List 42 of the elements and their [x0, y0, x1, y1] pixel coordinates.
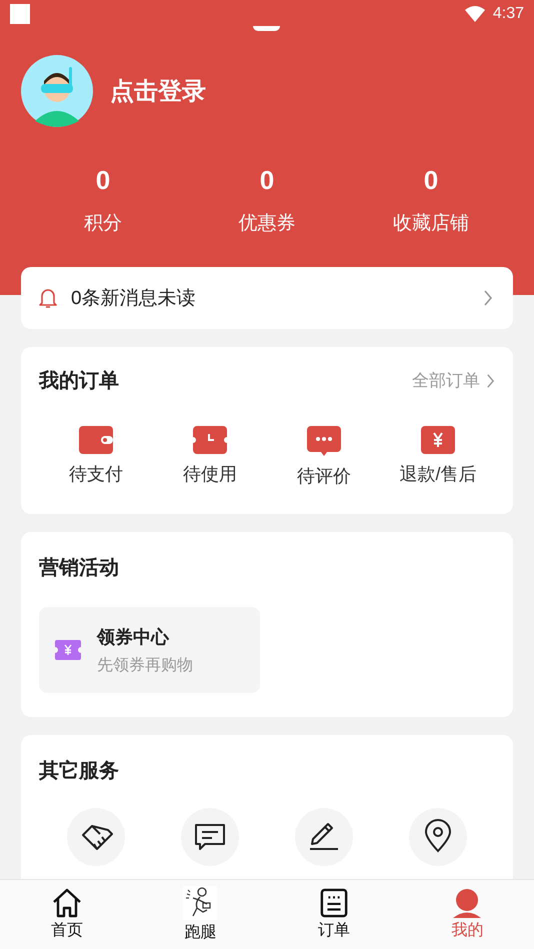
pull-handle: [253, 26, 280, 31]
tab-item[interactable]: 跑腿: [134, 880, 267, 949]
yuan-icon[interactable]: [421, 426, 455, 454]
person-icon: [451, 888, 484, 918]
stat-value: 0: [424, 165, 438, 196]
message-text: 0条新消息未读: [71, 287, 197, 311]
coupon-center-tile[interactable]: 领券中心 先领券再购物: [39, 607, 260, 693]
stat-label[interactable]: 积分: [84, 210, 122, 236]
section-title: 其它服务: [39, 758, 120, 784]
coupon-icon: [55, 640, 81, 660]
message-bar[interactable]: 0条新消息未读: [21, 267, 513, 329]
wifi-icon: [464, 6, 485, 22]
order-list-icon: [320, 888, 348, 918]
promo-subtitle: 先领券再购物: [97, 656, 193, 676]
bell-icon: [39, 288, 57, 308]
chat-icon[interactable]: [307, 426, 341, 456]
stat-label[interactable]: 优惠券: [238, 210, 296, 236]
stat-value: 0: [96, 165, 110, 196]
pencil-icon[interactable]: [295, 808, 353, 866]
tab-item[interactable]: 订单: [267, 880, 400, 949]
tab-item[interactable]: 我的: [400, 880, 534, 949]
stat-value: 0: [260, 165, 274, 196]
chevron-icon: [483, 289, 493, 307]
order-status-label[interactable]: 待支付: [69, 462, 123, 486]
order-status-label[interactable]: 待评价: [297, 464, 351, 488]
clock-time: 4:37: [492, 5, 524, 23]
tab-item[interactable]: 首页: [0, 880, 134, 949]
order-status-label[interactable]: 待使用: [183, 462, 237, 486]
login-link[interactable]: 点击登录: [110, 75, 206, 107]
section-title: 我的订单: [39, 369, 119, 394]
location-pin-icon[interactable]: [409, 808, 467, 866]
notification-icon: [10, 4, 30, 24]
home-icon: [50, 888, 83, 918]
ticket-icon[interactable]: [193, 426, 227, 454]
comment-icon[interactable]: [181, 808, 239, 866]
chevron-icon: [486, 372, 495, 388]
avatar-icon[interactable]: [21, 55, 93, 127]
section-title: 营销活动: [39, 556, 120, 581]
stat-label[interactable]: 收藏店铺: [393, 210, 469, 236]
order-status-label[interactable]: 退款/售后: [399, 462, 476, 486]
wallet-icon[interactable]: [79, 426, 113, 454]
promo-title: 领券中心: [97, 626, 170, 648]
